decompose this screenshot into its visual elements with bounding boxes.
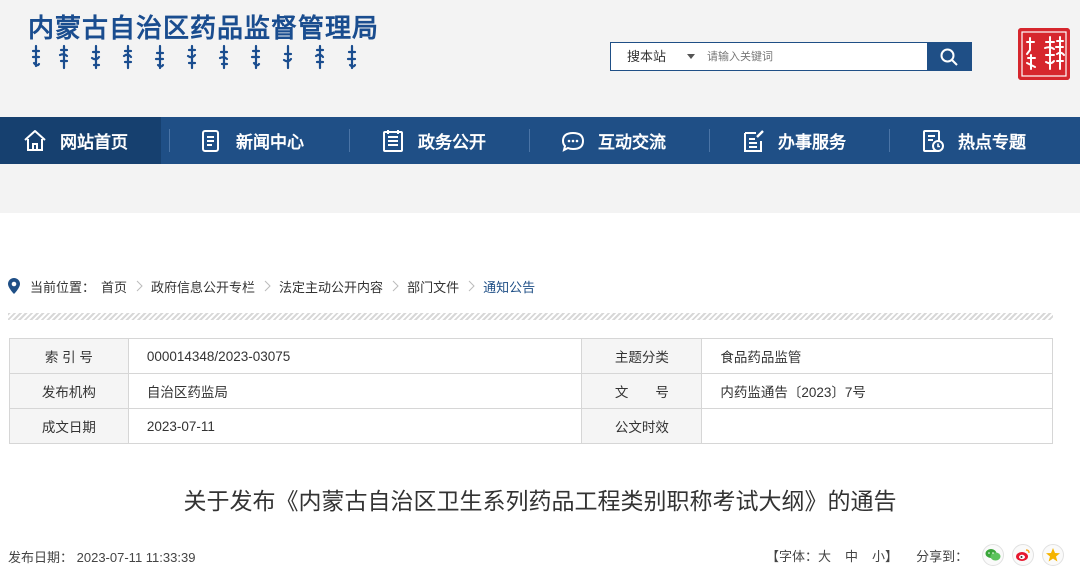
mongolian-script-logo <box>31 44 357 70</box>
table-row: 索 引 号 000014348/2023-03075 主题分类 食品药品监管 <box>9 338 1053 374</box>
subject-label: 主题分类 <box>581 338 703 374</box>
nav-divider <box>889 129 890 152</box>
search-scope-select[interactable]: 搜本站 <box>611 43 703 70</box>
breadcrumb-item-home[interactable]: 首页 <box>101 277 127 296</box>
nav-divider <box>709 129 710 152</box>
nav-label: 新闻中心 <box>236 133 304 152</box>
document-info-table: 索 引 号 000014348/2023-03075 主题分类 食品药品监管 发… <box>9 338 1053 444</box>
weibo-icon <box>1016 549 1030 561</box>
search-input[interactable] <box>707 43 927 70</box>
breadcrumb-separator-icon <box>264 280 271 292</box>
index-no-value: 000014348/2023-03075 <box>127 338 583 374</box>
chat-icon <box>561 131 585 152</box>
search-box: 搜本站 <box>610 42 972 71</box>
index-no-label: 索 引 号 <box>9 338 129 374</box>
font-size-medium-button[interactable]: 中 <box>845 546 858 565</box>
date-label: 成文日期 <box>9 408 129 444</box>
home-icon <box>24 129 46 151</box>
font-size-small-button[interactable]: 小】 <box>872 546 898 565</box>
breadcrumb-separator-icon <box>392 280 399 292</box>
nav-label: 网站首页 <box>60 133 128 152</box>
breadcrumb-separator-icon <box>468 280 475 292</box>
nav-label: 办事服务 <box>778 133 846 152</box>
main-nav: 网站首页 新闻中心 政务公开 互动交流 办事服务 热点专题 <box>0 117 1080 164</box>
site-title[interactable]: 内蒙古自治区药品监督管理局 <box>28 8 379 45</box>
news-icon <box>202 129 219 152</box>
weibo-share-button[interactable] <box>1012 544 1035 566</box>
breadcrumb: 当前位置： 首页 政府信息公开专栏 法定主动公开内容 部门文件 通知公告 <box>8 276 535 296</box>
nav-item-government-affairs[interactable]: 政务公开 <box>380 117 486 164</box>
location-pin-icon <box>8 278 20 294</box>
issuer-value: 自治区药监局 <box>127 373 583 409</box>
doc-no-value: 内药监通告〔2023〕7号 <box>701 373 1053 409</box>
table-row: 发布机构 自治区药监局 文 号 内药监通告〔2023〕7号 <box>9 373 1053 409</box>
publish-date: 发布日期： 2023-07-11 11:33:39 <box>8 547 195 566</box>
service-icon <box>744 129 764 152</box>
nav-item-services[interactable]: 办事服务 <box>740 117 846 164</box>
nav-divider <box>349 129 350 152</box>
divider-stripe <box>8 313 1053 320</box>
share-label: 分享到： <box>916 548 969 564</box>
nav-label: 热点专题 <box>958 133 1026 152</box>
article-title: 关于发布《内蒙古自治区卫生系列药品工程类别职称考试大纲》的通告 <box>183 488 897 514</box>
caret-down-icon <box>687 54 695 59</box>
nav-item-home[interactable]: 网站首页 <box>0 117 161 164</box>
government-affairs-icon <box>383 129 403 152</box>
nav-item-news[interactable]: 新闻中心 <box>198 117 304 164</box>
publish-date-value: 2023-07-11 11:33:39 <box>76 550 196 565</box>
issuer-label: 发布机构 <box>9 373 129 409</box>
seal-logo <box>1018 28 1070 80</box>
breadcrumb-item-gov-info[interactable]: 政府信息公开专栏 <box>151 277 255 296</box>
nav-divider <box>529 129 530 152</box>
table-row: 成文日期 2023-07-11 公文时效 <box>9 408 1053 444</box>
validity-value <box>701 408 1053 444</box>
breadcrumb-item-notices[interactable]: 通知公告 <box>483 277 535 296</box>
doc-no-label: 文 号 <box>581 373 703 409</box>
wechat-icon <box>985 549 1001 561</box>
nav-divider <box>169 129 170 152</box>
banner-strip <box>0 164 1080 213</box>
publish-date-label: 发布日期： <box>8 550 74 565</box>
nav-label: 政务公开 <box>418 133 486 152</box>
qzone-share-button[interactable] <box>1042 544 1065 566</box>
subject-value: 食品药品监管 <box>701 338 1053 374</box>
font-size-large-button[interactable]: 大 <box>818 546 831 565</box>
font-size-prefix: 【字体： <box>766 548 819 564</box>
validity-label: 公文时效 <box>581 408 703 444</box>
search-scope-label: 搜本站 <box>627 49 667 64</box>
breadcrumb-separator-icon <box>136 280 143 292</box>
search-button[interactable] <box>927 43 971 70</box>
nav-item-interaction[interactable]: 互动交流 <box>560 117 666 164</box>
article-tools: 【字体： 大 中 小】 分享到： <box>766 544 1065 566</box>
site-header: 内蒙古自治区药品监督管理局 搜本站 <box>0 0 1080 117</box>
breadcrumb-item-dept-files[interactable]: 部门文件 <box>407 277 459 296</box>
nav-item-hot-topics[interactable]: 热点专题 <box>920 117 1026 164</box>
date-value: 2023-07-11 <box>127 408 583 444</box>
wechat-share-button[interactable] <box>982 544 1005 566</box>
topics-icon <box>923 129 944 152</box>
nav-label: 互动交流 <box>598 133 666 152</box>
breadcrumb-item-statutory[interactable]: 法定主动公开内容 <box>279 277 383 296</box>
breadcrumb-prefix: 当前位置： <box>30 279 96 295</box>
qzone-star-icon <box>1046 548 1061 562</box>
search-icon <box>940 48 958 66</box>
